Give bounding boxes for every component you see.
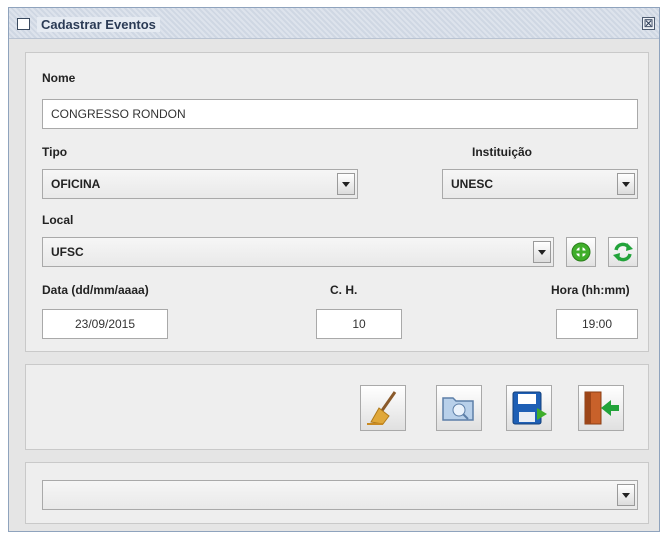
window-icon <box>17 18 30 30</box>
clear-button[interactable] <box>360 385 406 431</box>
add-local-button[interactable] <box>566 237 596 267</box>
tipo-select[interactable]: OFICINA <box>42 169 358 199</box>
folder-icon <box>442 397 474 421</box>
nome-field[interactable]: CONGRESSO RONDON <box>42 99 638 129</box>
hora-label: Hora (hh:mm) <box>551 283 630 297</box>
chevron-down-icon[interactable] <box>617 173 635 195</box>
chevron-down-icon[interactable] <box>533 241 551 263</box>
tipo-select-value: OFICINA <box>51 177 101 191</box>
save-button[interactable] <box>506 385 552 431</box>
instituicao-select-value: UNESC <box>451 177 494 191</box>
broom-icon <box>367 391 397 425</box>
exit-button[interactable] <box>578 385 624 431</box>
add-circle-icon <box>571 242 591 262</box>
instituicao-label: Instituição <box>472 145 533 159</box>
bottom-select[interactable] <box>42 480 638 510</box>
ch-field[interactable]: 10 <box>316 309 402 339</box>
nome-label: Nome <box>42 71 76 85</box>
cadastrar-eventos-window: Cadastrar Eventos ⊠ Nome CONGRESSO RONDO… <box>8 7 660 532</box>
open-button[interactable] <box>436 385 482 431</box>
chevron-down-icon[interactable] <box>337 173 355 195</box>
chevron-down-icon[interactable] <box>617 484 635 506</box>
exit-door-icon <box>584 391 619 425</box>
window-title: Cadastrar Eventos <box>37 17 160 32</box>
form-panel: Nome CONGRESSO RONDON Tipo OFICINA Insti… <box>25 52 649 352</box>
bottom-panel <box>25 462 649 524</box>
close-button[interactable]: ⊠ <box>642 17 655 30</box>
actions-panel <box>25 364 649 450</box>
ch-label: C. H. <box>330 283 358 297</box>
save-icon <box>512 391 547 425</box>
refresh-icon <box>613 242 633 262</box>
instituicao-select[interactable]: UNESC <box>442 169 638 199</box>
data-label: Data (dd/mm/aaaa) <box>42 283 149 297</box>
hora-field[interactable]: 19:00 <box>556 309 638 339</box>
data-field[interactable]: 23/09/2015 <box>42 309 168 339</box>
local-label: Local <box>42 213 74 227</box>
title-bar[interactable]: Cadastrar Eventos ⊠ <box>9 8 659 39</box>
local-select-value: UFSC <box>51 245 84 259</box>
tipo-label: Tipo <box>42 145 68 159</box>
refresh-local-button[interactable] <box>608 237 638 267</box>
local-select[interactable]: UFSC <box>42 237 554 267</box>
